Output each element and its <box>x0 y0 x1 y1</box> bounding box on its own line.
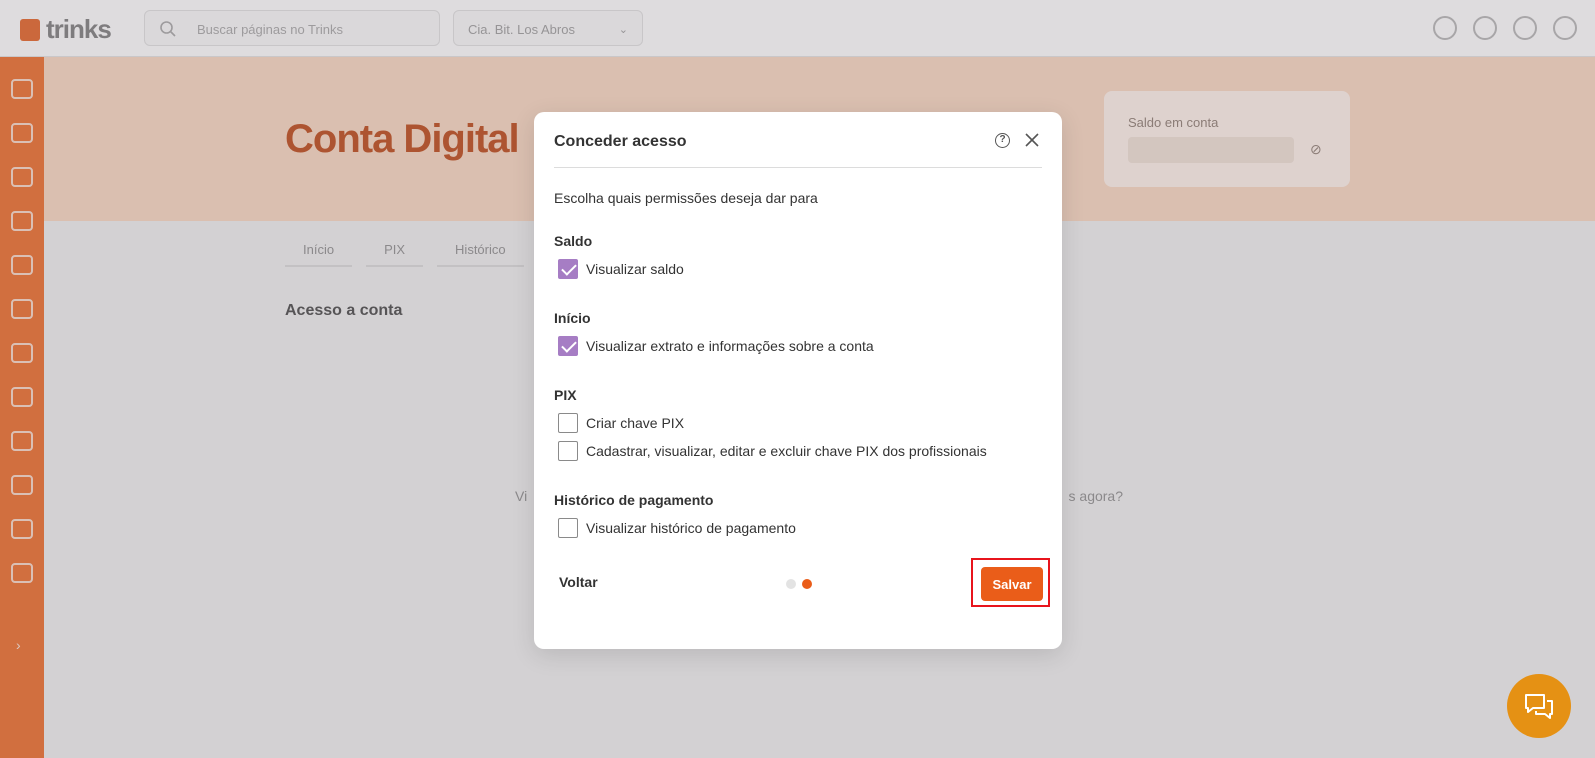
modal-intro: Escolha quais permissões deseja dar para <box>554 190 818 206</box>
checkbox[interactable] <box>558 259 578 279</box>
checkbox[interactable] <box>558 441 578 461</box>
group-label-saldo: Saldo <box>554 233 593 249</box>
back-button[interactable]: Voltar <box>559 574 598 590</box>
checkbox-visualizar-historico[interactable]: Visualizar histórico de pagamento <box>558 518 796 538</box>
save-button[interactable]: Salvar <box>981 567 1043 601</box>
group-label-pix: PIX <box>554 387 577 403</box>
help-circle-icon[interactable]: ? <box>995 133 1010 148</box>
group-label-historico: Histórico de pagamento <box>554 492 714 508</box>
close-icon[interactable] <box>1022 130 1042 150</box>
checkbox-visualizar-extrato[interactable]: Visualizar extrato e informações sobre a… <box>558 336 874 356</box>
checkbox-label: Visualizar extrato e informações sobre a… <box>586 338 874 354</box>
chat-icon <box>1525 694 1553 719</box>
checkbox[interactable] <box>558 413 578 433</box>
group-label-inicio: Início <box>554 310 591 326</box>
checkbox-gerenciar-chave-pix-profissionais[interactable]: Cadastrar, visualizar, editar e excluir … <box>558 441 987 461</box>
checkbox-visualizar-saldo[interactable]: Visualizar saldo <box>558 259 684 279</box>
checkbox[interactable] <box>558 518 578 538</box>
grant-access-modal: Conceder acesso ? Escolha quais permissõ… <box>534 112 1062 649</box>
chat-button[interactable] <box>1507 674 1571 738</box>
checkbox-label: Visualizar histórico de pagamento <box>586 520 796 536</box>
checkbox-label: Cadastrar, visualizar, editar e excluir … <box>586 443 987 459</box>
checkbox-label: Visualizar saldo <box>586 261 684 277</box>
checkbox[interactable] <box>558 336 578 356</box>
step-indicator-1 <box>786 579 796 589</box>
modal-divider <box>554 167 1042 168</box>
checkbox-criar-chave-pix[interactable]: Criar chave PIX <box>558 413 684 433</box>
checkbox-label: Criar chave PIX <box>586 415 685 431</box>
modal-title: Conceder acesso <box>554 133 687 150</box>
step-indicator-2-active <box>802 579 812 589</box>
